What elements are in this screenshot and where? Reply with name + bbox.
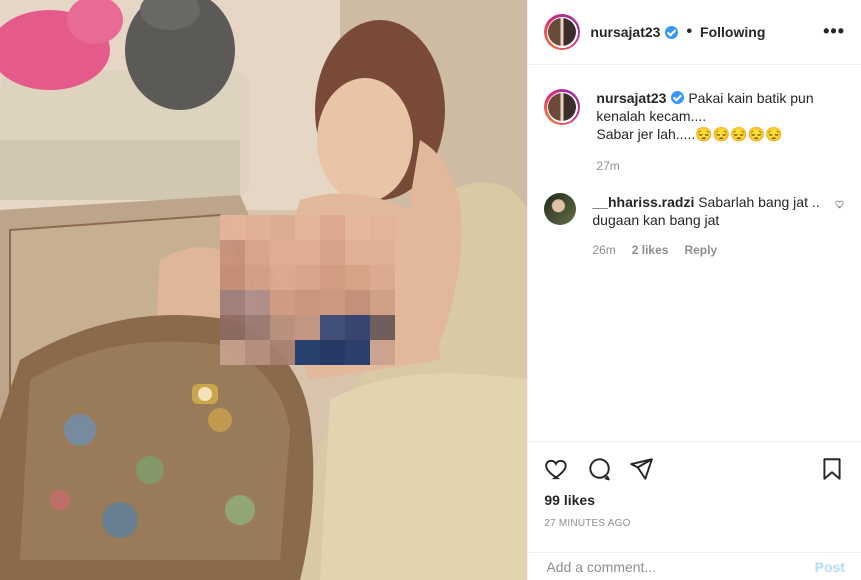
comment-composer: Post [528, 552, 861, 580]
comment-icon[interactable] [586, 456, 612, 482]
instagram-post-modal: nursajat23 • Following ••• nursajat23 Pa… [0, 0, 861, 580]
commenter-avatar[interactable] [544, 193, 577, 225]
commenter-username[interactable]: __hhariss.radzi [592, 194, 694, 210]
comment-age[interactable]: 26m [592, 241, 615, 259]
share-icon[interactable] [628, 456, 654, 482]
add-comment-input[interactable] [544, 557, 789, 576]
likes-count[interactable]: 99 likes [544, 492, 845, 508]
reply-button[interactable]: Reply [684, 241, 717, 259]
post-sidebar: nursajat23 • Following ••• nursajat23 Pa… [527, 0, 861, 580]
action-bar [544, 456, 845, 482]
author-username[interactable]: nursajat23 [590, 24, 660, 40]
caption-line-2: Sabar jer lah.....😔😔😔😔😔 [596, 126, 783, 142]
post-actions: 99 likes 27 MINUTES AGO [528, 441, 861, 529]
photo-illustration [0, 0, 528, 580]
following-button[interactable]: Following [700, 24, 765, 40]
comment-item: __hhariss.radzi Sabarlah bang jat .. dug… [544, 193, 845, 259]
post-photo[interactable] [0, 0, 528, 580]
caption-meta: 27m [596, 157, 845, 175]
caption-username[interactable]: nursajat23 [596, 90, 666, 106]
comment-likes[interactable]: 2 likes [632, 241, 669, 259]
more-options-icon[interactable]: ••• [823, 22, 845, 40]
comment-heart-icon[interactable] [835, 199, 845, 209]
comment-meta: 26m 2 likes Reply [592, 241, 827, 259]
bookmark-icon[interactable] [819, 456, 845, 482]
post-header: nursajat23 • Following ••• [528, 0, 861, 65]
caption-author-avatar[interactable] [544, 89, 581, 125]
post-comment-button[interactable]: Post [815, 559, 845, 575]
separator-dot: • [686, 23, 693, 40]
caption-text-block: nursajat23 Pakai kain batik pun kenalah … [596, 89, 845, 175]
post-timestamp[interactable]: 27 MINUTES AGO [544, 518, 845, 529]
verified-badge-icon [671, 91, 685, 104]
comment-text-block: __hhariss.radzi Sabarlah bang jat .. dug… [592, 193, 827, 259]
heart-icon[interactable] [544, 456, 570, 482]
comments-section: nursajat23 Pakai kain batik pun kenalah … [528, 65, 861, 259]
caption-age[interactable]: 27m [596, 157, 619, 175]
verified-badge-icon [665, 25, 679, 39]
caption: nursajat23 Pakai kain batik pun kenalah … [544, 89, 845, 175]
author-avatar[interactable] [544, 14, 581, 50]
